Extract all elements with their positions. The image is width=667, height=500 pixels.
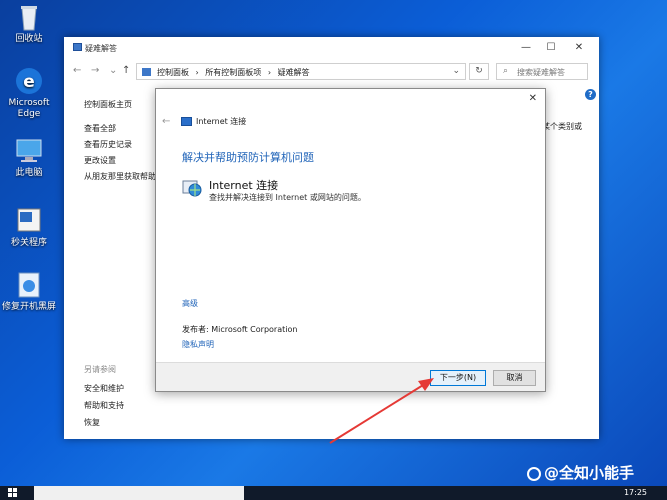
- windows-start-icon[interactable]: [8, 488, 18, 498]
- clock-time: 17:25: [623, 488, 647, 497]
- watermark: @全知小能手: [527, 462, 634, 483]
- watermark-text: @全知小能手: [544, 464, 635, 482]
- taskbar-search-box[interactable]: [34, 486, 244, 500]
- annotation-arrow: [329, 378, 434, 444]
- taskbar: 17:25: [0, 486, 667, 500]
- watermark-logo-icon: [527, 466, 541, 481]
